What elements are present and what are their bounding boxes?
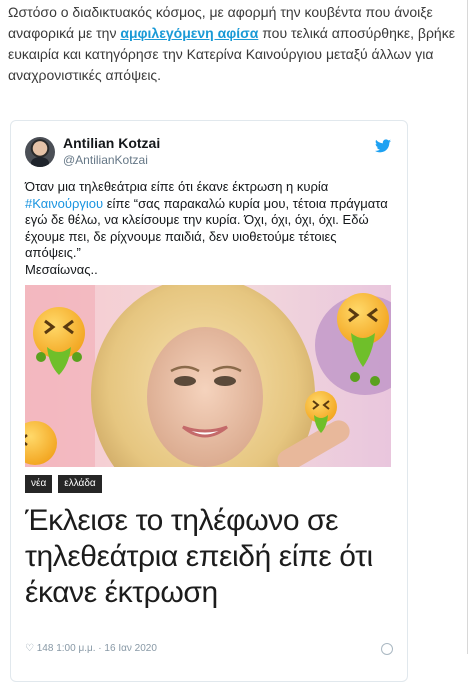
tweet-meta: ♡ 148 1:00 μ.μ. · 16 Ιαν 2020: [25, 643, 393, 657]
article-tags: νέα ελλάδα: [25, 475, 108, 497]
article-headline[interactable]: Έκλεισε το τηλέφωνο σε τηλεθεάτρια επειδ…: [25, 503, 397, 621]
tweet-text-start: Όταν μια τηλεθεάτρια είπε ότι έκανε έκτρ…: [25, 179, 329, 194]
tweet-meta-text: ♡ 148 1:00 μ.μ. · 16 Ιαν 2020: [25, 643, 157, 654]
tag-badge[interactable]: ελλάδα: [58, 475, 102, 493]
tweet-text: Όταν μια τηλεθεάτρια είπε ότι έκανε έκτρ…: [25, 179, 395, 278]
avatar[interactable]: [25, 137, 55, 167]
tweet-author-name[interactable]: Antilian Kotzai: [63, 135, 160, 151]
poster-link[interactable]: αμφιλεγόμενη αφίσα: [120, 25, 258, 41]
embedded-tweet[interactable]: Antilian Kotzai @AntilianKotzai Όταν μια…: [10, 120, 408, 682]
tweet-hashtag[interactable]: #Καινούργιου: [25, 196, 103, 211]
tweet-media-image[interactable]: [25, 285, 391, 467]
info-icon[interactable]: [381, 643, 393, 655]
tweet-author-handle[interactable]: @AntilianKotzai: [63, 153, 148, 167]
tweet-photo: [25, 285, 391, 467]
tweet-text-end: Μεσαίωνας..: [25, 261, 98, 277]
article-paragraph: Ωστόσο ο διαδικτυακός κόσμος, με αφορμή …: [8, 2, 464, 86]
tweet-header: Antilian Kotzai @AntilianKotzai: [25, 135, 393, 175]
tag-badge[interactable]: νέα: [25, 475, 53, 493]
twitter-bird-icon[interactable]: [375, 139, 391, 153]
